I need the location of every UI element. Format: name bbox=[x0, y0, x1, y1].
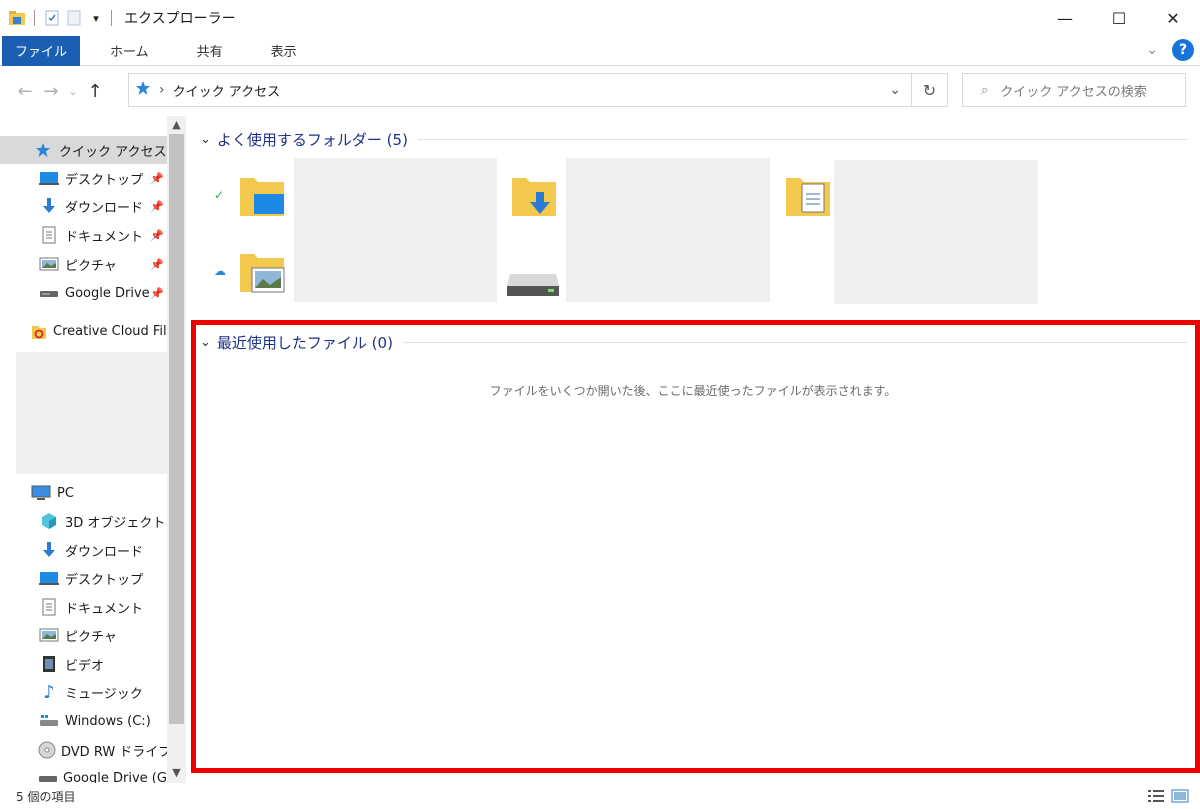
tab-share[interactable]: 共有 bbox=[181, 37, 239, 65]
recent-locations-icon[interactable]: ⌄ bbox=[64, 85, 82, 98]
collapse-chevron-icon[interactable]: ⌄ bbox=[200, 132, 211, 147]
pictures-icon bbox=[38, 625, 60, 645]
customize-qa-dropdown-icon[interactable]: ▾ bbox=[87, 9, 105, 27]
window-title: エクスプローラー bbox=[124, 11, 236, 27]
frequent-folders-header[interactable]: ⌄ よく使用するフォルダー (5) bbox=[200, 129, 1188, 150]
nav-desktop[interactable]: デスクトップ 📌 bbox=[0, 164, 167, 192]
pictures-icon bbox=[38, 254, 60, 274]
redacted-area bbox=[16, 352, 167, 474]
nav-pc-pictures[interactable]: ピクチャ bbox=[0, 621, 167, 649]
details-view-icon[interactable] bbox=[1146, 787, 1166, 805]
nav-pc-documents[interactable]: ドキュメント bbox=[0, 593, 167, 621]
maximize-button[interactable]: ☐ bbox=[1092, 0, 1146, 36]
cube-icon bbox=[38, 511, 60, 531]
pc-icon bbox=[30, 483, 52, 503]
nav-documents[interactable]: ドキュメント 📌 bbox=[0, 221, 167, 249]
document-icon bbox=[38, 225, 60, 245]
scroll-down-icon[interactable]: ▼ bbox=[167, 766, 186, 779]
creative-cloud-icon bbox=[30, 321, 48, 341]
nav-quick-access[interactable]: クイック アクセス bbox=[0, 136, 167, 164]
search-input[interactable]: ⌕ クイック アクセスの検索 bbox=[962, 73, 1186, 107]
search-placeholder: クイック アクセスの検索 bbox=[1000, 84, 1147, 100]
nav-music[interactable]: ♪ ミュージック bbox=[0, 678, 167, 706]
quick-access-toolbar: ▾ エクスプローラー bbox=[0, 0, 236, 36]
navigation-row: ← → ⌄ ↑ › クイック アクセス ⌄ ↻ ⌕ クイック アクセスの検索 bbox=[0, 66, 1200, 116]
expand-ribbon-icon[interactable]: ⌄ bbox=[1146, 42, 1158, 58]
up-arrow-icon[interactable]: ↑ bbox=[82, 81, 108, 102]
star-icon bbox=[32, 140, 54, 160]
large-icons-view-icon[interactable] bbox=[1170, 787, 1190, 805]
nav-pc[interactable]: PC bbox=[0, 479, 167, 507]
address-dropdown-icon[interactable]: ⌄ bbox=[889, 82, 901, 98]
nav-google-drive[interactable]: Google Drive 📌 bbox=[0, 279, 167, 307]
highlight-box bbox=[191, 320, 1200, 773]
download-arrow-icon bbox=[38, 196, 60, 216]
folder-desktop-icon[interactable] bbox=[238, 172, 286, 224]
redacted-tile bbox=[834, 160, 1038, 304]
nav-google-drive-g[interactable]: Google Drive (G: bbox=[0, 764, 171, 783]
quick-access-star-icon bbox=[135, 80, 151, 100]
drive-icon[interactable] bbox=[506, 266, 560, 302]
scrollbar-thumb[interactable] bbox=[169, 134, 184, 724]
redacted-tile bbox=[566, 158, 770, 302]
title-bar: ▾ エクスプローラー — ☐ ✕ bbox=[0, 0, 1200, 36]
nav-windows-c[interactable]: Windows (C:) bbox=[0, 707, 167, 735]
nav-creative-cloud[interactable]: Creative Cloud Files bbox=[0, 317, 181, 345]
folder-downloads-icon[interactable] bbox=[510, 172, 558, 224]
ribbon-tabs: ファイル ホーム 共有 表示 ⌄ ? bbox=[0, 35, 1200, 66]
new-folder-icon[interactable] bbox=[65, 9, 83, 27]
help-icon[interactable]: ? bbox=[1172, 39, 1194, 61]
search-icon: ⌕ bbox=[981, 82, 989, 98]
synced-check-icon: ✓ bbox=[214, 188, 225, 202]
nav-dvd-drive[interactable]: DVD RW ドライブ ( bbox=[0, 736, 181, 764]
item-count: 5 個の項目 bbox=[16, 789, 76, 804]
refresh-button[interactable]: ↻ bbox=[912, 73, 948, 107]
pin-icon: 📌 bbox=[150, 286, 164, 300]
scroll-up-icon[interactable]: ▲ bbox=[167, 118, 186, 131]
folder-documents-icon[interactable] bbox=[784, 172, 832, 224]
drive-icon bbox=[38, 768, 58, 783]
nav-3d-objects[interactable]: 3D オブジェクト bbox=[0, 507, 167, 535]
document-icon bbox=[38, 597, 60, 617]
nav-pc-desktop[interactable]: デスクトップ bbox=[0, 564, 167, 592]
desktop-icon bbox=[38, 568, 60, 588]
cloud-icon: ☁ bbox=[214, 264, 226, 278]
video-icon bbox=[38, 654, 60, 674]
navigation-pane: クイック アクセス デスクトップ 📌 ダウンロード 📌 ドキュメント 📌 ピクチ… bbox=[0, 116, 186, 783]
tab-view[interactable]: 表示 bbox=[255, 37, 313, 65]
address-bar[interactable]: › クイック アクセス ⌄ bbox=[128, 73, 912, 107]
status-bar: 5 個の項目 bbox=[0, 783, 1200, 809]
pin-icon: 📌 bbox=[150, 228, 164, 242]
breadcrumb-quick-access[interactable]: クイック アクセス bbox=[173, 81, 280, 100]
nav-videos[interactable]: ビデオ bbox=[0, 650, 167, 678]
minimize-button[interactable]: — bbox=[1038, 0, 1092, 36]
pin-icon: 📌 bbox=[150, 257, 164, 271]
pin-icon: 📌 bbox=[150, 199, 164, 213]
nav-pictures[interactable]: ピクチャ 📌 bbox=[0, 250, 167, 278]
tab-home[interactable]: ホーム bbox=[94, 37, 165, 65]
nav-scrollbar[interactable]: ▲ ▼ bbox=[167, 116, 186, 783]
desktop-icon bbox=[38, 168, 60, 188]
properties-icon[interactable] bbox=[43, 9, 61, 27]
music-note-icon: ♪ bbox=[43, 681, 55, 703]
tab-file[interactable]: ファイル bbox=[2, 35, 81, 66]
folder-icon[interactable] bbox=[8, 9, 26, 27]
dvd-icon bbox=[38, 740, 56, 760]
nav-pc-downloads[interactable]: ダウンロード bbox=[0, 536, 167, 564]
drive-icon bbox=[38, 283, 60, 303]
pin-icon: 📌 bbox=[150, 171, 164, 185]
forward-arrow-icon[interactable]: → bbox=[38, 81, 64, 102]
breadcrumb-chevron-icon: › bbox=[159, 82, 165, 98]
window-controls: — ☐ ✕ bbox=[1038, 0, 1200, 36]
download-arrow-icon bbox=[38, 540, 60, 560]
nav-downloads[interactable]: ダウンロード 📌 bbox=[0, 192, 167, 220]
close-button[interactable]: ✕ bbox=[1146, 0, 1200, 36]
system-drive-icon bbox=[38, 711, 60, 731]
folder-pictures-icon[interactable] bbox=[238, 248, 286, 300]
back-arrow-icon[interactable]: ← bbox=[12, 81, 38, 102]
redacted-tile bbox=[294, 158, 497, 302]
